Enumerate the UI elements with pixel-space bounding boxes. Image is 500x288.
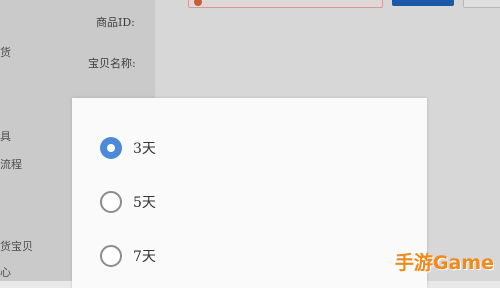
option-label: 7天 [133, 249, 156, 265]
radio-unselected-icon[interactable] [100, 245, 122, 267]
option-7-days[interactable]: 7天 [100, 242, 156, 270]
radio-unselected-icon[interactable] [100, 191, 122, 213]
watermark-logo: 手游Game [394, 252, 494, 274]
option-label: 3天 [133, 141, 156, 157]
radio-selected-icon[interactable] [100, 137, 122, 159]
duration-dialog: 3天 5天 7天 [72, 98, 427, 288]
option-3-days[interactable]: 3天 [100, 134, 156, 162]
option-label: 5天 [133, 195, 156, 211]
option-5-days[interactable]: 5天 [100, 188, 156, 216]
